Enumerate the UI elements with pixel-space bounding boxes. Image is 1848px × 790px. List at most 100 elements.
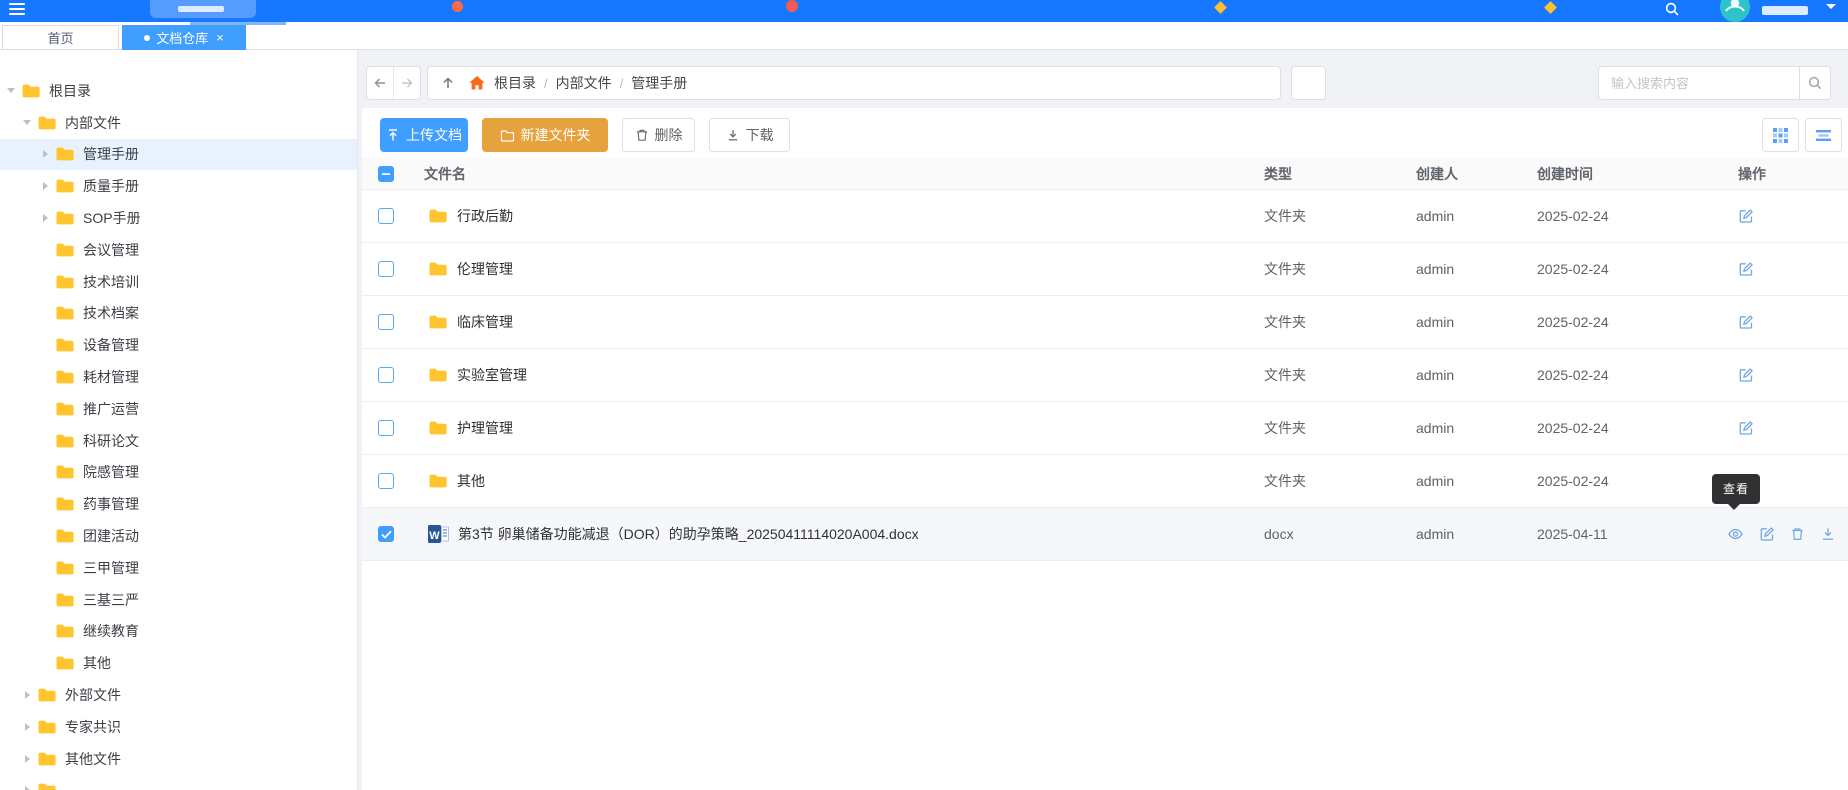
- up-level-button[interactable]: [428, 75, 468, 91]
- tree-item[interactable]: 技术档案: [0, 298, 357, 330]
- tree-item[interactable]: 继续教育: [0, 616, 357, 648]
- caret-down-icon[interactable]: [3, 88, 19, 93]
- home-icon[interactable]: [468, 75, 486, 91]
- tree-item[interactable]: 根目录: [0, 75, 357, 107]
- hamburger-menu-icon[interactable]: [9, 3, 25, 17]
- delete-button[interactable]: 删除: [622, 118, 695, 152]
- close-icon[interactable]: ×: [216, 30, 224, 45]
- file-name[interactable]: 伦理管理: [457, 259, 513, 279]
- tree-item[interactable]: SOP手册: [0, 202, 357, 234]
- edit-icon[interactable]: [1738, 261, 1754, 277]
- row-checkbox[interactable]: [378, 526, 394, 542]
- breadcrumb-internal-files[interactable]: 内部文件: [556, 73, 612, 93]
- download-button[interactable]: 下载: [709, 118, 790, 152]
- tree-item[interactable]: 药事管理: [0, 488, 357, 520]
- search-icon[interactable]: [1664, 1, 1680, 22]
- select-all-checkbox[interactable]: [378, 166, 394, 182]
- search-submit-button[interactable]: [1799, 67, 1830, 99]
- folder-icon: [55, 305, 75, 321]
- table-row[interactable]: 实验室管理文件夹admin2025-02-24: [362, 349, 1848, 402]
- delete-row-icon[interactable]: [1790, 526, 1805, 542]
- tree-item[interactable]: 质量手册: [0, 170, 357, 202]
- tree-item[interactable]: 团建活动: [0, 520, 357, 552]
- new-folder-icon: [500, 129, 515, 142]
- caret-right-icon[interactable]: [19, 755, 35, 763]
- tree-item[interactable]: 推广运营: [0, 393, 357, 425]
- edit-icon[interactable]: [1738, 314, 1754, 330]
- tree-item-label: 专家共识: [65, 717, 121, 737]
- row-checkbox[interactable]: [378, 314, 394, 330]
- table-row[interactable]: W第3节 卵巢储备功能减退（DOR）的助孕策略_20250411114020A0…: [362, 508, 1848, 561]
- tree-item[interactable]: 专家共识: [0, 711, 357, 743]
- caret-right-icon[interactable]: [37, 150, 53, 158]
- top-navbar: [0, 0, 1848, 22]
- tree-item[interactable]: 耗材管理: [0, 361, 357, 393]
- avatar[interactable]: [1720, 0, 1750, 22]
- edit-icon[interactable]: [1738, 420, 1754, 436]
- caret-down-icon[interactable]: [19, 120, 35, 125]
- table-row[interactable]: 伦理管理文件夹admin2025-02-24: [362, 243, 1848, 296]
- upload-document-button[interactable]: 上传文档: [380, 118, 468, 152]
- tab-document-repository[interactable]: 文档仓库 ×: [122, 25, 246, 50]
- table-row[interactable]: 临床管理文件夹admin2025-02-24: [362, 296, 1848, 349]
- chevron-down-icon[interactable]: [1826, 4, 1836, 14]
- row-checkbox[interactable]: [378, 208, 394, 224]
- tree-item[interactable]: 管理手册: [0, 139, 357, 171]
- edit-icon[interactable]: [1738, 367, 1754, 383]
- forward-button[interactable]: [394, 67, 420, 99]
- table-row[interactable]: 行政后勤文件夹admin2025-02-24: [362, 190, 1848, 243]
- caret-right-icon[interactable]: [19, 786, 35, 790]
- back-button[interactable]: [367, 67, 394, 99]
- tree-item[interactable]: 科研论文: [0, 425, 357, 457]
- tab-bar: 首页 文档仓库 ×: [0, 22, 1848, 50]
- tree-item[interactable]: [0, 775, 357, 790]
- active-nav-pill[interactable]: [150, 0, 256, 18]
- history-nav-group: [366, 66, 421, 100]
- tree-item-label: 根目录: [49, 81, 91, 101]
- tree-item[interactable]: 设备管理: [0, 329, 357, 361]
- new-folder-button[interactable]: 新建文件夹: [482, 118, 608, 152]
- row-checkbox[interactable]: [378, 261, 394, 277]
- tree-item[interactable]: 其他: [0, 647, 357, 679]
- refresh-button[interactable]: [1291, 66, 1326, 100]
- username-cutoff[interactable]: [1762, 6, 1808, 15]
- search-input[interactable]: [1599, 67, 1799, 99]
- table-row[interactable]: 其他文件夹admin2025-02-24: [362, 455, 1848, 508]
- file-creator: admin: [1400, 420, 1520, 436]
- tree-item[interactable]: 三基三严: [0, 584, 357, 616]
- caret-right-icon[interactable]: [19, 691, 35, 699]
- caret-right-icon[interactable]: [37, 182, 53, 190]
- table-body: 行政后勤文件夹admin2025-02-24伦理管理文件夹admin2025-0…: [362, 190, 1848, 561]
- file-name[interactable]: 临床管理: [457, 312, 513, 332]
- breadcrumb-root[interactable]: 根目录: [494, 73, 536, 93]
- tree-item[interactable]: 外部文件: [0, 679, 357, 711]
- tab-home[interactable]: 首页: [2, 25, 119, 50]
- file-name[interactable]: 实验室管理: [457, 365, 527, 385]
- view-eye-icon[interactable]: [1727, 526, 1744, 542]
- tree-item[interactable]: 内部文件: [0, 107, 357, 139]
- edit-icon[interactable]: [1738, 208, 1754, 224]
- tree-item[interactable]: 三甲管理: [0, 552, 357, 584]
- row-checkbox[interactable]: [378, 420, 394, 436]
- caret-right-icon[interactable]: [19, 723, 35, 731]
- file-table: 文件名 类型 创建人 创建时间 操作 行政后勤文件夹admin2025-02-2…: [362, 158, 1848, 561]
- download-row-icon[interactable]: [1820, 526, 1836, 542]
- file-name[interactable]: 护理管理: [457, 418, 513, 438]
- file-name[interactable]: 第3节 卵巢储备功能减退（DOR）的助孕策略_20250411114020A00…: [458, 524, 919, 544]
- row-checkbox[interactable]: [378, 367, 394, 383]
- tree-item[interactable]: 会议管理: [0, 234, 357, 266]
- breadcrumb-management-manual[interactable]: 管理手册: [631, 73, 687, 93]
- table-row[interactable]: 护理管理文件夹admin2025-02-24: [362, 402, 1848, 455]
- tree-item[interactable]: 其他文件: [0, 743, 357, 775]
- row-checkbox[interactable]: [378, 473, 394, 489]
- edit-icon[interactable]: [1759, 526, 1775, 542]
- tree-item[interactable]: 技术培训: [0, 266, 357, 298]
- list-view-button[interactable]: [1805, 118, 1842, 152]
- file-name[interactable]: 其他: [457, 471, 485, 491]
- file-name[interactable]: 行政后勤: [457, 206, 513, 226]
- caret-right-icon[interactable]: [37, 214, 53, 222]
- folder-icon: [37, 782, 57, 790]
- grid-view-button[interactable]: [1762, 118, 1799, 152]
- tree-item[interactable]: 院感管理: [0, 457, 357, 489]
- tree-item-label: 会议管理: [83, 240, 139, 260]
